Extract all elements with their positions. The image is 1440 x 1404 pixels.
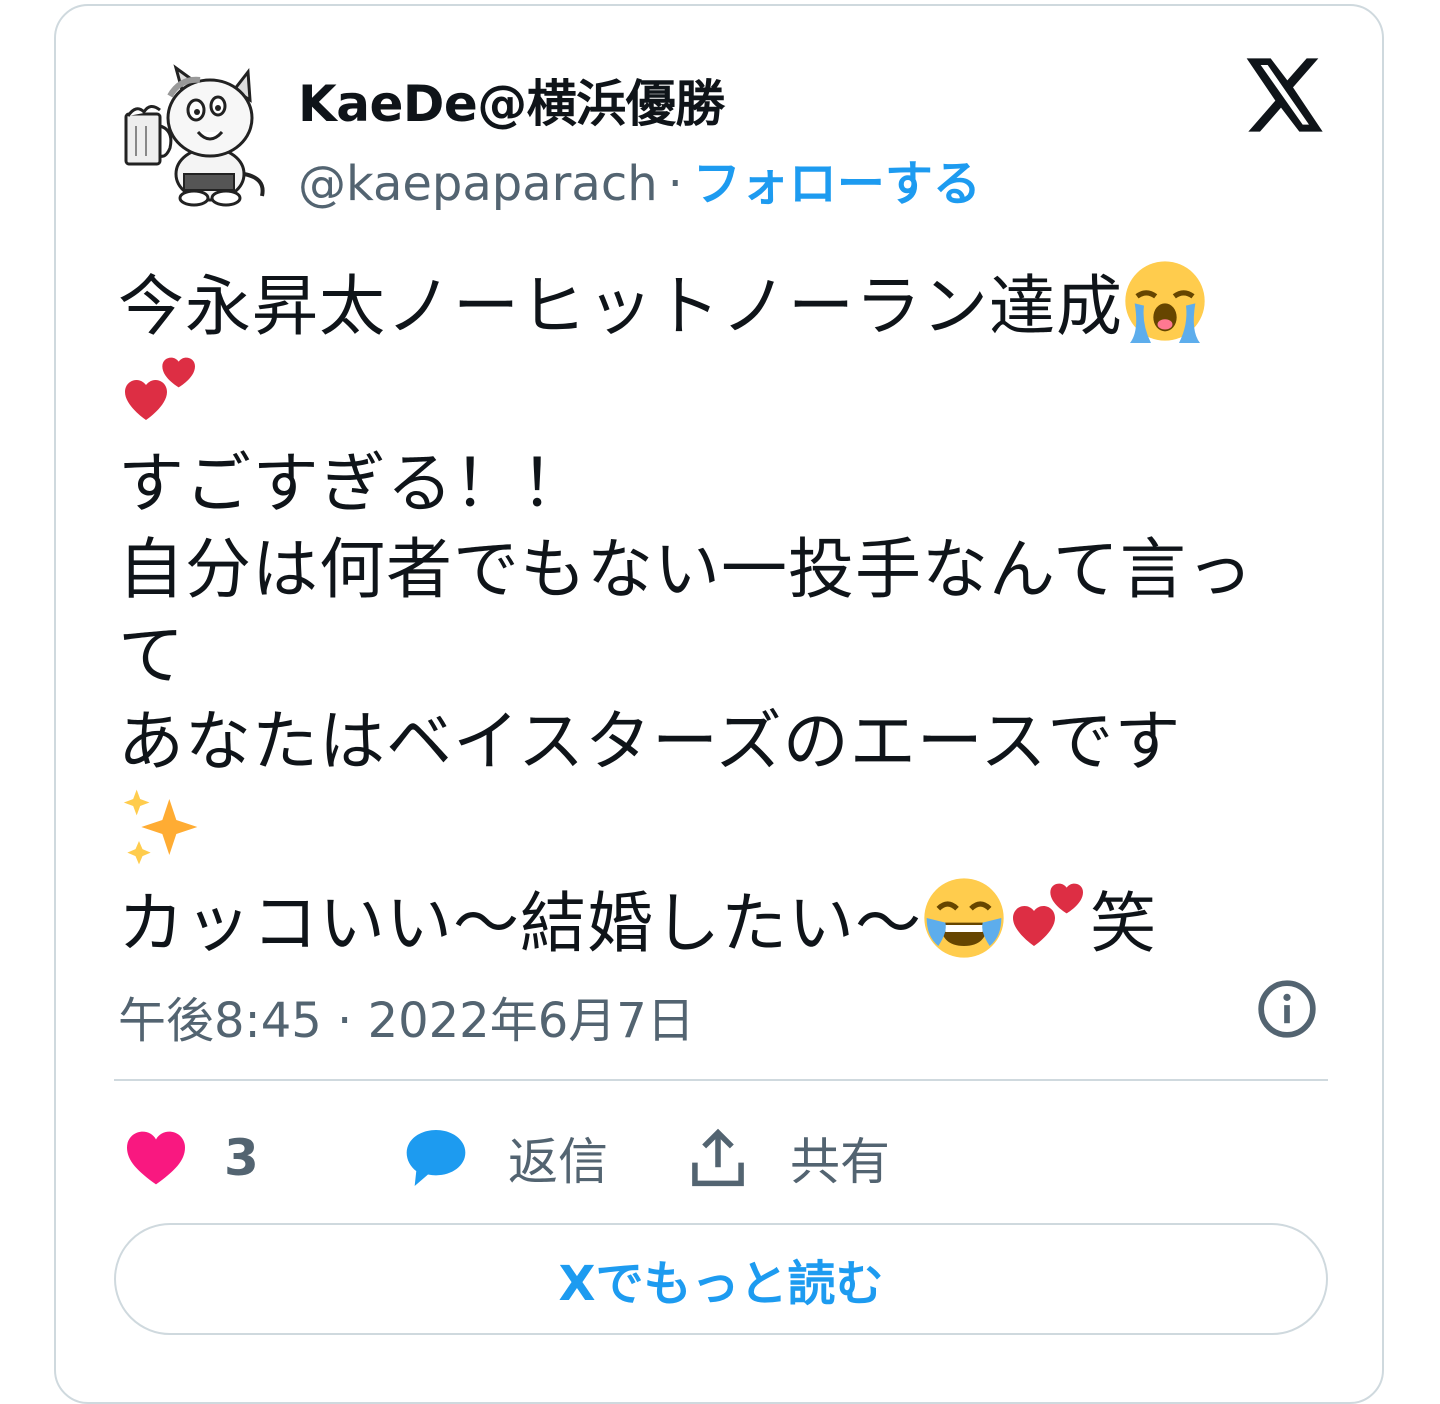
avatar[interactable] (118, 56, 278, 216)
action-bar: 3 返信 共有 (118, 1118, 1328, 1198)
tweet-line-4: あなたはベイスターズのエースです (118, 703, 1182, 780)
tweet-timestamp[interactable]: 午後8:45 · 2022年6月7日 (118, 981, 695, 1051)
tweet-line-3b: て (118, 617, 185, 694)
like-button[interactable]: 3 (124, 1118, 259, 1198)
tweet-line-5: カッコいい〜結婚したい〜 (118, 885, 922, 962)
separator: · (667, 156, 683, 212)
share-label: 共有 (790, 1133, 890, 1191)
tweet-line-3a: 自分は何者でもない一投手なんて言っ (118, 531, 1254, 608)
two-hearts-icon (125, 357, 195, 420)
heart-icon (127, 1131, 185, 1185)
author-display-name[interactable]: KaeDe@横浜優勝 (298, 64, 725, 136)
tweet-text: 今永昇太ノーヒットノーラン達成 すごすぎる！！ 自分は何者でもない一投手なんて言… (118, 259, 1328, 967)
author-handle-row: @kaepaparach · フォローする (298, 144, 981, 214)
share-icon (692, 1128, 744, 1187)
read-more-on-x-button[interactable]: Xでもっと読む (114, 1223, 1328, 1335)
reply-button[interactable]: 返信 (404, 1118, 608, 1198)
tweet-line-5-end: 笑 (1090, 885, 1157, 962)
tweet-line-2: すごすぎる！！ (118, 445, 588, 522)
author-handle[interactable]: @kaepaparach (298, 156, 658, 212)
reply-bubble-icon (406, 1130, 466, 1186)
divider (114, 1079, 1328, 1081)
x-logo-icon[interactable] (1246, 58, 1326, 132)
loudly-crying-face-icon (1125, 261, 1205, 343)
like-count: 3 (224, 1129, 259, 1187)
face-with-tears-of-joy-icon (924, 878, 1004, 958)
share-button[interactable]: 共有 (690, 1118, 890, 1198)
follow-button[interactable]: フォローする (693, 156, 981, 212)
info-icon[interactable] (1256, 978, 1318, 1040)
tweet-card: KaeDe@横浜優勝 @kaepaparach · フォローする 今永昇太ノーヒット… (54, 4, 1384, 1404)
two-hearts-icon (1013, 883, 1083, 946)
reply-label: 返信 (508, 1133, 608, 1191)
sparkles-icon (123, 789, 198, 865)
tweet-line-1: 今永昇太ノーヒットノーラン達成 (118, 268, 1123, 345)
